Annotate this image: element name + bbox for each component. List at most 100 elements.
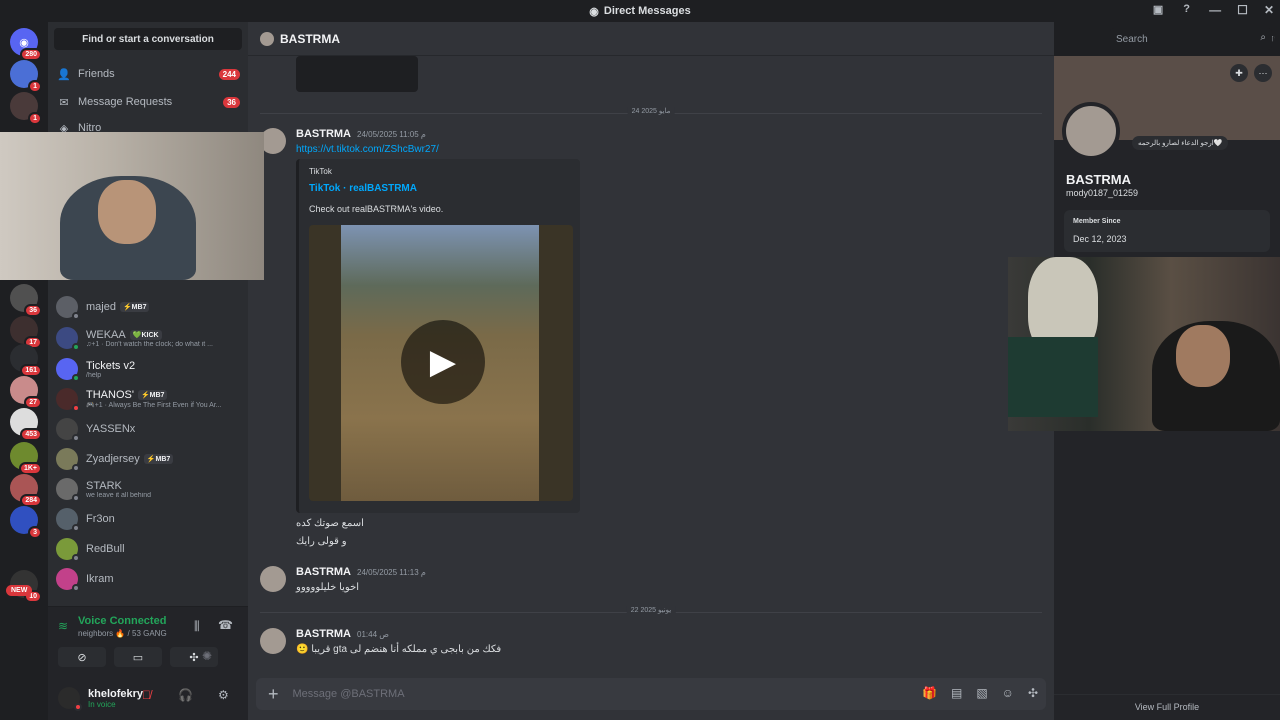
date-divider: 24 مايو 2025 bbox=[260, 107, 1042, 115]
message-timestamp: 24/05/2025 11:05 م bbox=[357, 130, 426, 139]
tiktok-embed: TikTok TikTok · realBASTRMA Check out re… bbox=[296, 159, 580, 513]
voice-channel[interactable]: neighbors 🔥 / 53 GANG bbox=[78, 629, 167, 638]
dm-item[interactable]: Ikram bbox=[56, 564, 240, 594]
view-full-profile-button[interactable]: View Full Profile bbox=[1054, 694, 1280, 718]
nav-label: Friends bbox=[78, 68, 115, 80]
webcam-overlay bbox=[0, 132, 264, 280]
dm-name: THANOS' bbox=[86, 389, 134, 401]
apps-icon[interactable]: ✣ bbox=[1028, 686, 1038, 700]
guild-icon[interactable]: 1 bbox=[10, 60, 42, 93]
emoji-icon[interactable]: ☺ bbox=[1002, 686, 1014, 700]
member-since-label: Member Since bbox=[1073, 218, 1121, 225]
nav-friends[interactable]: 👤 Friends 244 bbox=[56, 62, 240, 86]
dm-item[interactable]: THANOS' ⚡MB7 🎮+1 · Always Be The First Eve… bbox=[56, 384, 240, 414]
custom-status: ارجو الدعاء لصارو بالرحمه🤍 bbox=[1132, 136, 1229, 150]
guild-icon[interactable]: 3 bbox=[10, 506, 42, 539]
dm-item[interactable]: RedBull bbox=[56, 534, 240, 564]
guild-icon[interactable]: 453 bbox=[10, 408, 42, 441]
find-conversation-button[interactable]: Find or start a conversation bbox=[54, 28, 242, 50]
message-text: اسمع صوتك كده bbox=[296, 518, 364, 529]
guild-badge: 1 bbox=[28, 80, 42, 93]
help-icon[interactable]: ? bbox=[1183, 3, 1190, 16]
mic-muted-icon[interactable]: 🎙̸ bbox=[142, 688, 151, 702]
inbox-icon[interactable]: ▣ bbox=[1153, 3, 1163, 16]
avatar[interactable] bbox=[58, 687, 82, 711]
image-attachment[interactable] bbox=[296, 56, 418, 92]
embed-provider: TikTok bbox=[309, 167, 332, 176]
dm-title: BASTRMA bbox=[280, 31, 340, 46]
deafen-icon[interactable]: 🎧 bbox=[178, 688, 193, 702]
guild-list: ◉ 280 1 1 36 17 161 27 453 1K+ 284 3 10 N… bbox=[0, 22, 48, 720]
dm-name: STARK bbox=[86, 479, 122, 492]
guild-icon[interactable]: 1 bbox=[10, 92, 42, 125]
disconnect-icon[interactable]: ☎ bbox=[218, 618, 233, 632]
more-icon[interactable]: ⋯ bbox=[1254, 64, 1272, 82]
gif-icon[interactable]: ▤ bbox=[951, 686, 962, 700]
message-timestamp: 24/05/2025 11:13 م bbox=[357, 568, 426, 577]
date-label: 24 مايو 2025 bbox=[627, 107, 675, 115]
message-author[interactable]: BASTRMA bbox=[296, 566, 351, 578]
message-author[interactable]: BASTRMA bbox=[296, 128, 351, 140]
screen-share-button[interactable]: ▭ bbox=[114, 647, 162, 667]
guild-icon[interactable]: 27 bbox=[10, 376, 42, 409]
chat-area: BASTRMA ☏ ■ 📌 ✚ ◐ 24 مايو 2025 BASTRMA 24… bbox=[248, 22, 1276, 720]
message-author[interactable]: BASTRMA bbox=[296, 628, 351, 640]
chat-header: BASTRMA ☏ ■ 📌 ✚ ◐ bbox=[248, 22, 1276, 56]
minimize-button[interactable]: — bbox=[1209, 3, 1221, 17]
add-friend-icon[interactable]: ✚ bbox=[1230, 64, 1248, 82]
dm-activity: we leave it all behind bbox=[86, 491, 151, 499]
user-name: khelofekry bbox=[88, 687, 144, 700]
guild-icon[interactable]: 284 bbox=[10, 474, 42, 507]
home-button[interactable]: ◉ 280 bbox=[10, 28, 42, 61]
dm-name: Zyadjersey bbox=[86, 453, 140, 465]
profile-avatar[interactable] bbox=[1062, 102, 1120, 160]
avatar bbox=[56, 418, 80, 442]
nav-label: Message Requests bbox=[78, 96, 173, 108]
dm-item[interactable]: Tickets v2/help bbox=[56, 354, 240, 384]
camera-button[interactable]: ⊘ bbox=[58, 647, 106, 667]
dm-item[interactable]: WEKAA 💚KICK ♫+1 · Don't watch the clock; d… bbox=[56, 323, 240, 353]
sticker-icon[interactable]: ▧ bbox=[976, 686, 987, 700]
search-input[interactable]: Search ⌕ bbox=[1110, 28, 1272, 50]
dm-item[interactable]: YASSENx bbox=[56, 414, 240, 444]
avatar bbox=[56, 538, 80, 562]
window-title: Direct Messages bbox=[603, 5, 691, 17]
dm-name: WEKAA bbox=[86, 328, 126, 341]
gift-icon[interactable]: 🎁 bbox=[922, 686, 937, 700]
noise-suppression-icon[interactable]: ⫼ bbox=[194, 619, 200, 634]
dm-item[interactable]: majed ⚡MB7 bbox=[56, 292, 240, 322]
close-button[interactable]: ✕ bbox=[1264, 3, 1274, 17]
guild-icon[interactable]: 161 bbox=[10, 344, 42, 377]
soundboard-icon[interactable]: ✺ bbox=[202, 649, 212, 663]
dm-item[interactable]: STARK we leave it all behind bbox=[56, 474, 240, 504]
settings-icon[interactable]: ⚙ bbox=[218, 688, 229, 702]
nav-message-requests[interactable]: ✉ Message Requests 36 bbox=[56, 90, 240, 114]
webcam-overlay bbox=[1008, 257, 1280, 431]
attach-icon[interactable]: + bbox=[268, 684, 279, 705]
message-link[interactable]: https://vt.tiktok.com/ZShcBwr27/ bbox=[296, 144, 439, 155]
friends-icon: 👤 bbox=[57, 68, 71, 81]
avatar[interactable] bbox=[260, 628, 286, 654]
dm-name: Fr3on bbox=[86, 513, 115, 525]
dm-item[interactable]: Zyadjersey ⚡MB7 bbox=[56, 444, 240, 474]
message-composer[interactable]: + Message @BASTRMA 🎁 ▤ ▧ ☺ ✣ bbox=[256, 678, 1046, 710]
guild-icon[interactable]: 1K+ bbox=[10, 442, 42, 475]
guild-icon[interactable]: 17 bbox=[10, 316, 42, 349]
embed-title[interactable]: TikTok · realBASTRMA bbox=[309, 183, 417, 194]
dm-activity: /help bbox=[86, 371, 102, 379]
server-tag: ⚡MB7 bbox=[143, 454, 174, 464]
mail-icon: ✉ bbox=[59, 96, 69, 109]
count-badge: 36 bbox=[223, 96, 240, 108]
dm-item[interactable]: Fr3on bbox=[56, 504, 240, 534]
guild-icon[interactable]: 36 bbox=[10, 284, 42, 317]
dm-name: YASSENx bbox=[86, 423, 136, 435]
maximize-button[interactable]: ☐ bbox=[1237, 3, 1248, 17]
play-icon[interactable]: ▶ bbox=[401, 320, 485, 404]
avatar[interactable] bbox=[260, 566, 286, 592]
avatar bbox=[56, 448, 80, 472]
search-icon: ⌕ bbox=[1260, 32, 1266, 43]
guild-badge: 453 bbox=[20, 428, 42, 441]
embed-video[interactable]: ▶ bbox=[309, 225, 573, 501]
guild-badge: 27 bbox=[24, 396, 42, 409]
avatar bbox=[260, 31, 274, 46]
